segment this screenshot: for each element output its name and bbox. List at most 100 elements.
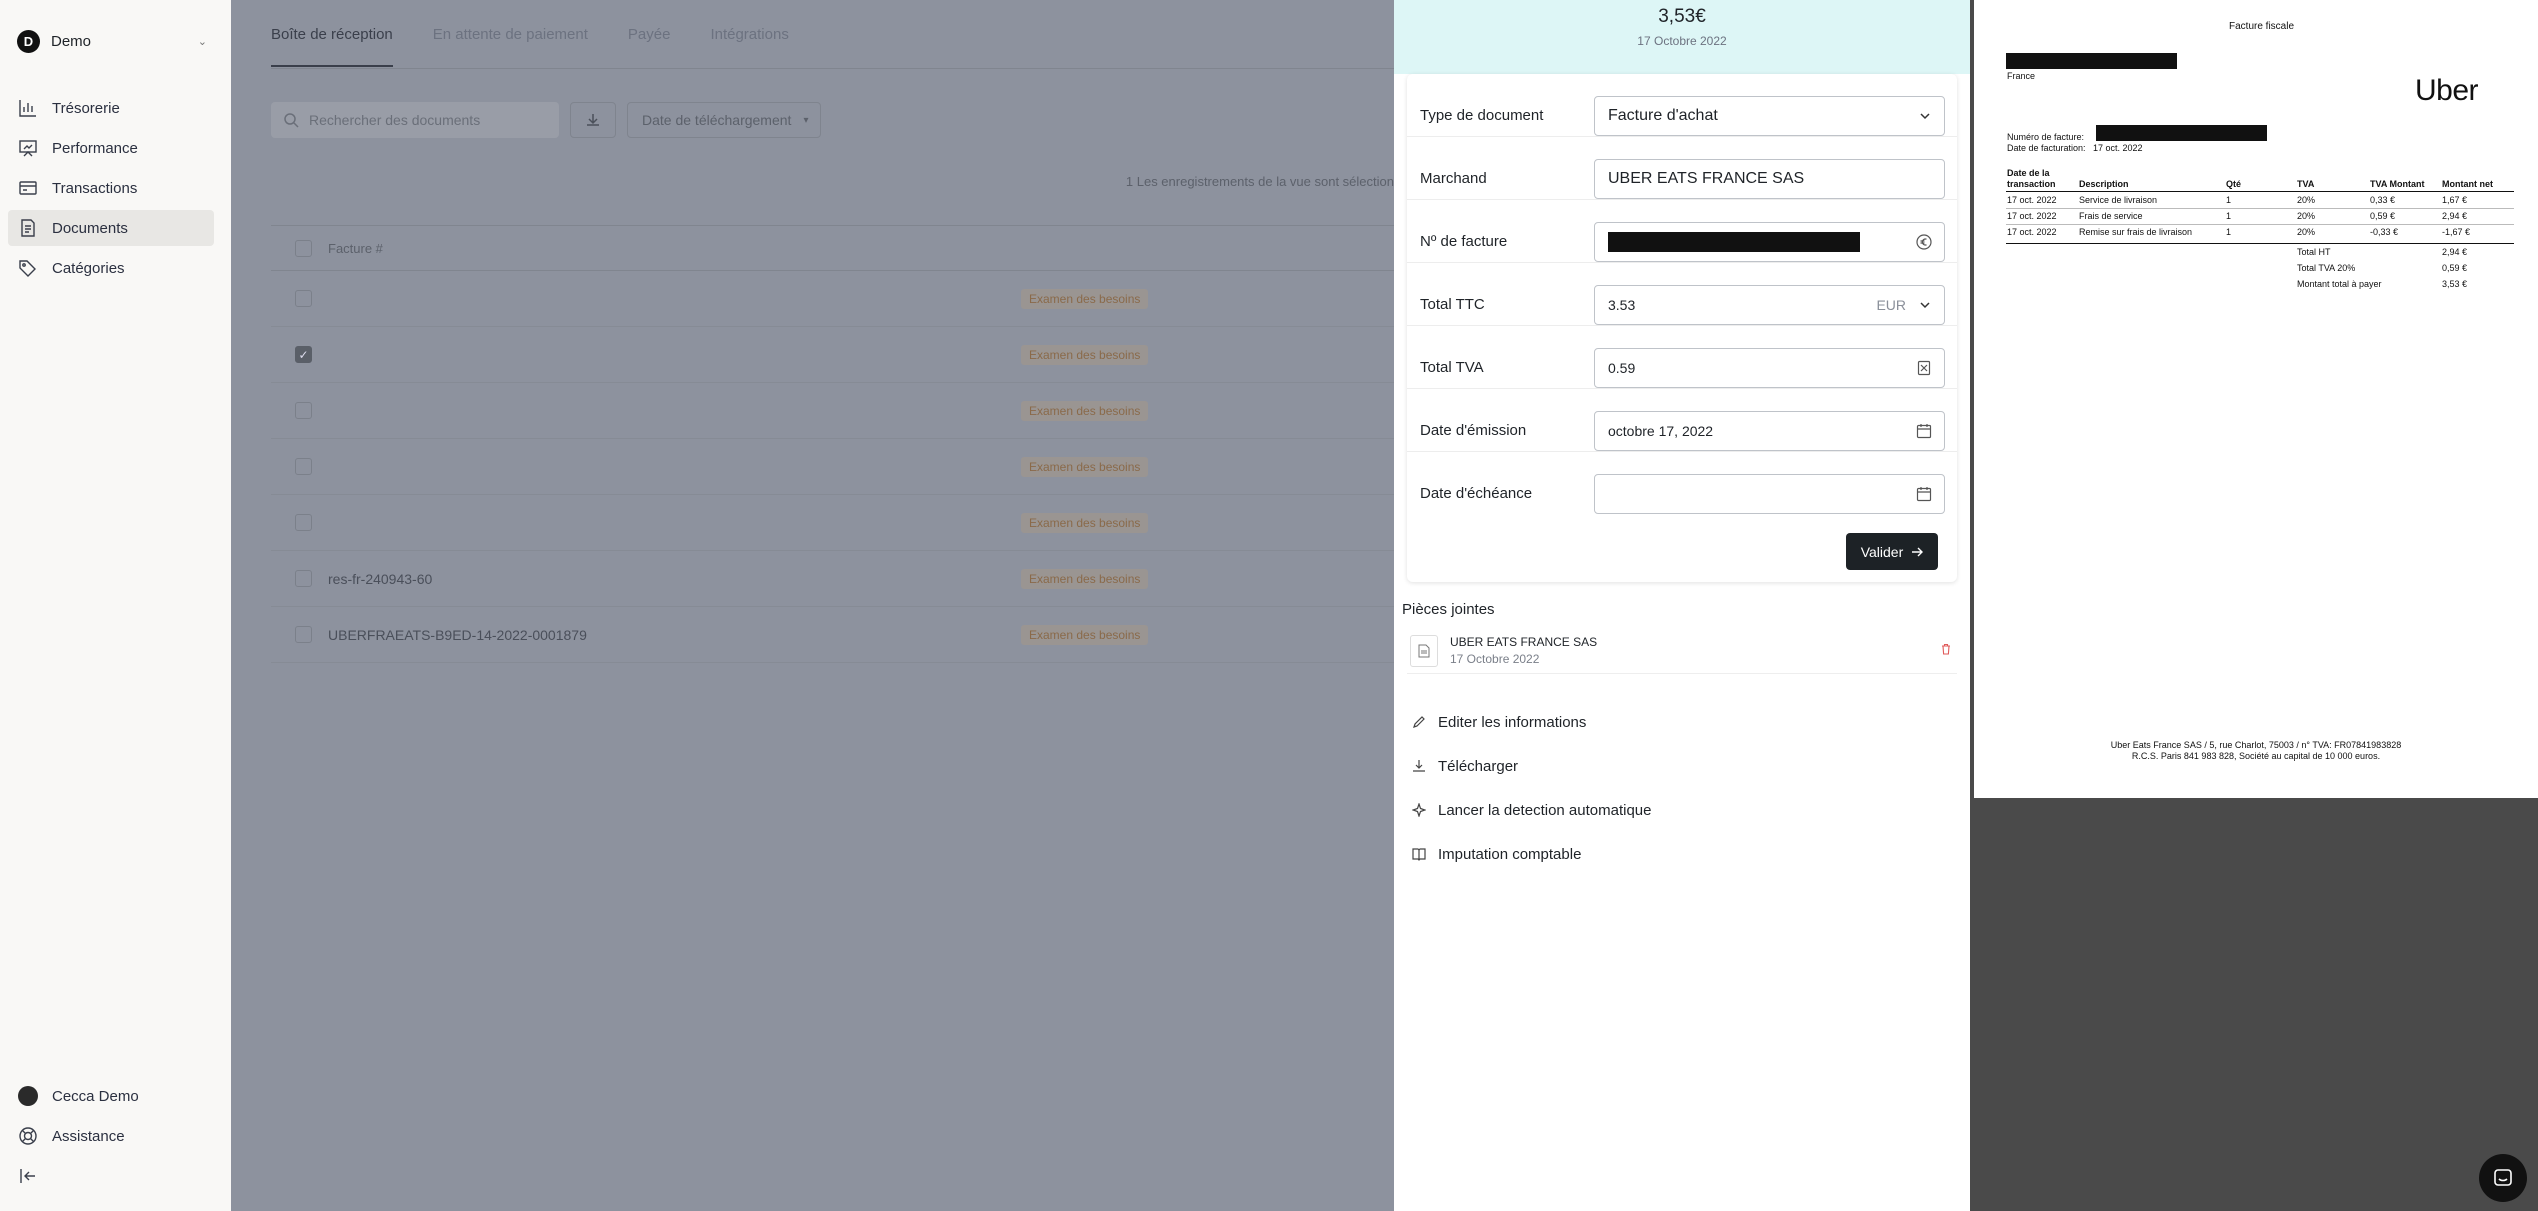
status-badge: Examen des besoins [1021, 568, 1149, 589]
line-description: Frais de service [2079, 211, 2143, 221]
sidebar-item-transactions[interactable]: Transactions [8, 170, 214, 206]
table-row[interactable]: Examen des besoins [271, 495, 1394, 551]
total-ht-label: Total HT [2297, 247, 2331, 257]
trash-icon[interactable] [1940, 642, 1952, 660]
emission-date-input[interactable]: octobre 17, 2022 [1594, 411, 1945, 451]
form-row-merchant: Marchand UBER EATS FRANCE SAS [1407, 137, 1957, 200]
total-tva-input[interactable]: 0.59 [1594, 348, 1945, 388]
due-date-label: Date d'échéance [1420, 485, 1533, 502]
arrow-right-icon [1912, 547, 1924, 556]
line-qty: 1 [2226, 211, 2232, 221]
table-row[interactable]: ✓ Examen des besoins [271, 327, 1394, 383]
tab-awaiting-payment[interactable]: En attente de paiement [433, 26, 588, 67]
row-checkbox[interactable] [295, 458, 312, 475]
total-ttc-value: 3.53 [1608, 297, 1636, 313]
total-ttc-input[interactable]: 3.53 EUR [1594, 285, 1945, 325]
receipt-title: Facture fiscale [2229, 21, 2295, 32]
form-row-due-date: Date d'échéance [1407, 452, 1957, 515]
accounting-imputation-action[interactable]: Imputation comptable [1412, 832, 1651, 876]
form-row-total-tva: Total TVA 0.59 [1407, 326, 1957, 389]
status-badge: Examen des besoins [1021, 344, 1149, 365]
line-date: 17 oct. 2022 [2007, 211, 2057, 221]
edit-info-action[interactable]: Editer les informations [1412, 700, 1651, 744]
tag-icon [19, 260, 36, 277]
table-row[interactable]: Examen des besoins [271, 383, 1394, 439]
redacted-customer-name [2006, 53, 2177, 69]
line-net: -1,67 € [2442, 227, 2471, 237]
row-checkbox[interactable] [295, 290, 312, 307]
chevron-down-icon [1920, 302, 1930, 309]
divider [2006, 243, 2514, 244]
sidebar-item-performance[interactable]: Performance [8, 130, 214, 166]
due-date-input[interactable] [1594, 474, 1945, 514]
auto-detect-action[interactable]: Lancer la detection automatique [1412, 788, 1651, 832]
calendar-icon[interactable] [1916, 486, 1932, 502]
pencil-icon [1413, 716, 1425, 728]
invoice-number-input[interactable] [1594, 222, 1945, 262]
receipt-invoice-no-label: Numéro de facture: [2007, 132, 2085, 142]
status-badge: Examen des besoins [1021, 288, 1149, 309]
lifebuoy-icon [19, 1127, 37, 1145]
total-tva-label: Total TVA 20% [2297, 263, 2356, 273]
form-row-total-ttc: Total TTC 3.53 EUR [1407, 263, 1957, 326]
doc-type-select[interactable]: Facture d'achat [1594, 96, 1945, 136]
table-row[interactable]: UBERFRAEATS-B9ED-14-2022-0001879 Examen … [271, 607, 1435, 663]
sidebar-item-tresorerie[interactable]: Trésorerie [8, 90, 214, 126]
currency-select[interactable]: EUR [1876, 297, 1906, 313]
validate-label: Valider [1860, 543, 1904, 560]
merchant-input[interactable]: UBER EATS FRANCE SAS [1594, 159, 1945, 199]
line-description: Service de livraison [2079, 195, 2158, 205]
collapse-sidebar-button[interactable] [8, 1156, 214, 1196]
search-input[interactable]: Rechercher des documents [271, 102, 559, 138]
line-tva-amount: 0,33 € [2370, 195, 2396, 205]
download-action[interactable]: Télécharger [1412, 744, 1651, 788]
row-checkbox[interactable] [295, 514, 312, 531]
bar-chart-icon [19, 100, 36, 117]
action-label: Imputation comptable [1438, 845, 1582, 863]
workspace-switcher[interactable]: D Demo ⌄ [17, 30, 207, 53]
documents-list-area: Boîte de réception En attente de paiemen… [231, 0, 1436, 1211]
tab-inbox[interactable]: Boîte de réception [271, 26, 393, 67]
row-checkbox[interactable] [295, 626, 312, 643]
row-checkbox[interactable] [295, 402, 312, 419]
calculator-icon[interactable] [1916, 360, 1932, 376]
tab-paid[interactable]: Payée [628, 26, 671, 67]
selection-note: 1 Les enregistrements de la vue sont sél… [1125, 174, 1394, 189]
merchant-value: UBER EATS FRANCE SAS [1608, 170, 1805, 187]
total-due-label: Montant total à payer [2297, 279, 2382, 289]
calendar-icon[interactable] [1916, 423, 1932, 439]
search-icon [284, 113, 299, 128]
download-button[interactable] [570, 102, 616, 138]
sidebar-item-label: Trésorerie [52, 99, 120, 117]
sidebar: D Demo ⌄ Trésorerie Performance Transact… [0, 0, 231, 1211]
sidebar-item-label: Performance [52, 139, 138, 157]
attachment-name: UBER EATS FRANCE SAS [1450, 635, 1598, 649]
table-header: Facture # M [271, 225, 1436, 271]
status-badge: Examen des besoins [1021, 400, 1149, 421]
row-checkbox[interactable] [295, 570, 312, 587]
receipt-col-tva-amount: TVA Montant [2370, 179, 2425, 189]
table-row[interactable]: Examen des besoins [271, 439, 1394, 495]
chat-launcher-button[interactable] [2479, 1154, 2527, 1202]
line-qty: 1 [2226, 227, 2232, 237]
receipt-col-net: Montant net [2442, 179, 2493, 189]
validate-button[interactable]: Valider [1846, 533, 1938, 570]
table-row[interactable]: Examen des besoins [271, 271, 1394, 327]
attachment-item[interactable]: UBER EATS FRANCE SAS 17 Octobre 2022 [1407, 628, 1957, 674]
tab-integrations[interactable]: Intégrations [710, 26, 788, 67]
table-row[interactable]: res-fr-240943-60 Examen des besoins D [271, 551, 1435, 607]
assistance-link[interactable]: Assistance [8, 1116, 214, 1156]
sidebar-footer: Cecca Demo Assistance [8, 1076, 214, 1196]
line-qty: 1 [2226, 195, 2232, 205]
sidebar-item-documents[interactable]: Documents [8, 210, 214, 246]
select-all-checkbox[interactable] [295, 239, 312, 257]
date-filter-dropdown[interactable]: Date de téléchargement ▾ [627, 102, 821, 138]
form-row-doc-type: Type de document Facture d'achat [1407, 74, 1957, 137]
line-description: Remise sur frais de livraison [2079, 227, 2193, 237]
invoice-number-label: Nº de facture [1420, 233, 1508, 250]
document-form: Type de document Facture d'achat Marchan… [1407, 74, 1957, 582]
total-ht-value: 2,94 € [2442, 247, 2468, 257]
user-menu[interactable]: Cecca Demo [8, 1076, 214, 1116]
row-checkbox[interactable]: ✓ [295, 346, 312, 363]
sidebar-item-categories[interactable]: Catégories [8, 250, 214, 286]
